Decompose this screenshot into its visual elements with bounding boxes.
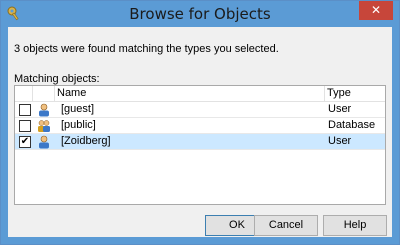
browse-for-objects-window: Browse for Objects ✕ 3 objects were foun… xyxy=(0,0,400,245)
checkbox-column-header[interactable] xyxy=(15,86,33,101)
list-item-selected[interactable]: ✔ [Zoidberg] User xyxy=(15,134,385,150)
role-icon xyxy=(38,120,50,132)
list-item[interactable]: [guest] User xyxy=(15,102,385,118)
window-title: Browse for Objects xyxy=(129,5,271,23)
results-message: 3 objects were found matching the types … xyxy=(14,43,279,55)
cancel-button[interactable]: Cancel xyxy=(254,215,318,236)
user-icon xyxy=(39,135,49,149)
row-name: [guest] xyxy=(61,103,95,115)
list-header: Name Type xyxy=(15,86,385,102)
row-type: User xyxy=(328,135,352,147)
row-checkbox[interactable]: ✔ xyxy=(19,136,31,148)
name-column-label: Name xyxy=(57,87,87,99)
row-type: Database role xyxy=(328,119,376,146)
list-item[interactable]: [public] Database role xyxy=(15,118,385,146)
row-name: [public] xyxy=(61,119,96,131)
dialog-body: 3 objects were found matching the types … xyxy=(8,27,392,237)
matching-objects-label: Matching objects: xyxy=(14,73,100,85)
type-column-header[interactable]: Type xyxy=(325,86,385,101)
row-checkbox[interactable] xyxy=(19,104,31,116)
close-button[interactable]: ✕ xyxy=(359,1,393,20)
row-name: [Zoidberg] xyxy=(61,135,111,147)
row-type: User xyxy=(328,103,352,115)
icon-column-header[interactable] xyxy=(33,86,55,101)
help-button[interactable]: Help xyxy=(323,215,387,236)
title-bar[interactable]: Browse for Objects ✕ xyxy=(1,1,399,27)
name-column-header[interactable]: Name xyxy=(55,86,325,101)
row-checkbox[interactable] xyxy=(19,120,31,132)
type-column-label: Type xyxy=(327,87,351,99)
matching-objects-list[interactable]: Name Type [guest] User [public] Database… xyxy=(14,85,386,205)
user-icon xyxy=(39,103,49,117)
